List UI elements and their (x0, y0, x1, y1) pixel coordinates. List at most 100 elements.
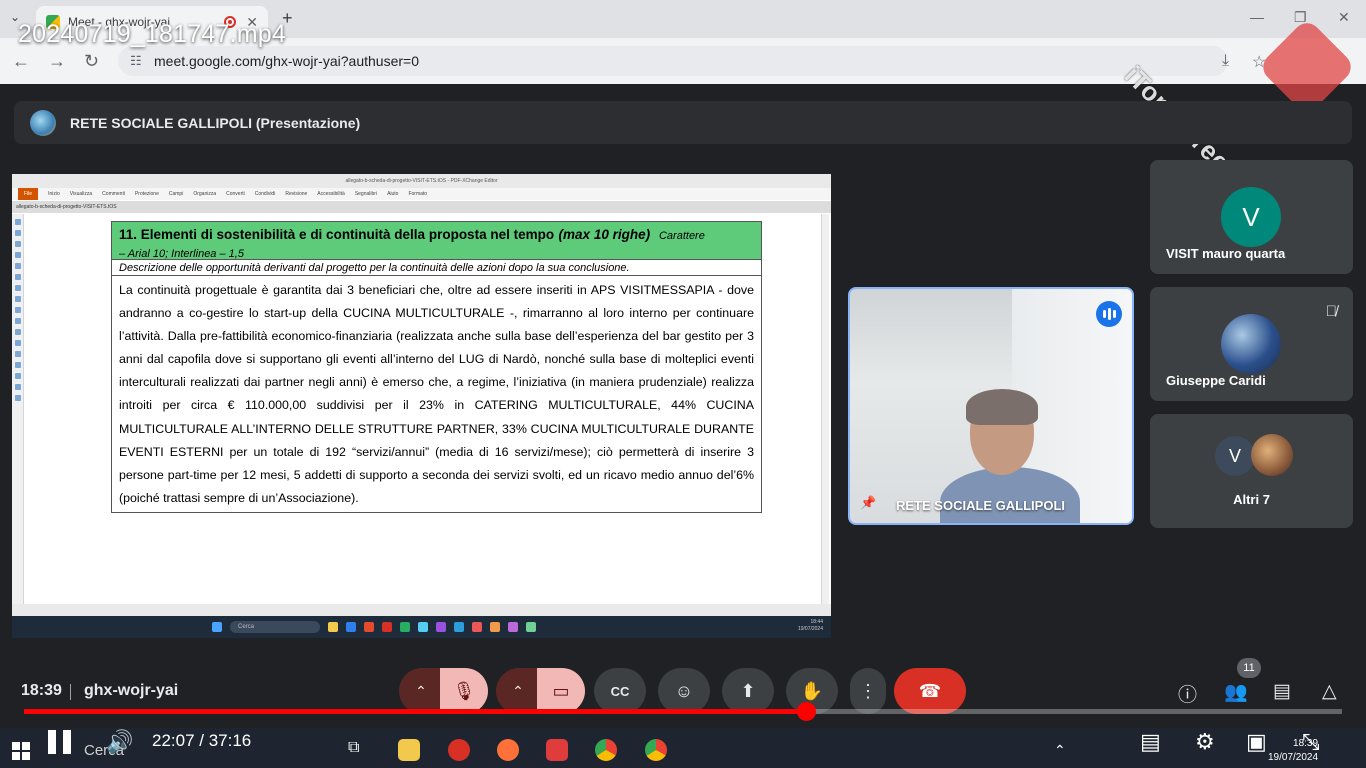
meeting-code: ghx-wojr-yai (84, 682, 179, 699)
miniplayer-icon[interactable]: ▣ (1246, 729, 1267, 755)
meeting-info-icon[interactable]: ⓘ (1178, 680, 1197, 707)
shared-clock-time: 18:44 (810, 619, 823, 625)
shared-clock-date: 19/07/2024 (797, 626, 823, 632)
emoji-icon: ☺ (674, 680, 694, 701)
back-button[interactable]: ← (12, 51, 30, 72)
chat-icon[interactable]: ▤ (1273, 680, 1291, 703)
present-screen-icon: ⬆ (740, 680, 756, 701)
system-time: 18:39 (1293, 738, 1319, 749)
divider (70, 684, 71, 700)
site-info-icon[interactable]: ☷ (130, 53, 142, 69)
pdf-ribbon: File Inizio Visualizza Commenti Protezio… (12, 188, 831, 200)
url-text: meet.google.com/ghx-wojr-yai?authuser=0 (154, 53, 419, 69)
section-body-text: La continuità progettuale è garantita da… (119, 283, 754, 505)
participant-name: VISIT mauro quarta (1166, 246, 1286, 261)
pdf-window-title: allegato-b-scheda-di-progetto-VISIT-ETS.… (12, 174, 831, 188)
download-icon[interactable]: ⤓ (1222, 52, 1229, 70)
document-section: 11. Elementi di sostenibilità e di conti… (111, 221, 762, 513)
firefox-icon[interactable] (497, 739, 519, 761)
settings-gear-icon[interactable]: ⚙ (1195, 729, 1215, 755)
windows-start-icon[interactable] (12, 742, 30, 760)
participants-count-badge: 11 (1237, 658, 1261, 678)
task-view-icon[interactable]: ⧉ (348, 739, 370, 761)
forward-button[interactable]: → (48, 51, 66, 72)
pdf-side-toolbar (12, 214, 24, 606)
participant-tile[interactable]: 🎙̸ Giuseppe Caridi (1150, 287, 1353, 401)
ribbon-item: Accessibilità (317, 191, 345, 197)
mic-off-icon: 🎙 (452, 680, 476, 701)
ribbon-item: Visualizza (69, 191, 93, 197)
screen: ⌄ Meet - ghx-wojr-yai ✕ + — ❐ ✕ ← → ↻ ☷ … (0, 0, 1366, 768)
others-tile[interactable]: V Altri 7 (1150, 414, 1353, 528)
shared-screen: allegato-b-scheda-di-progetto-VISIT-ETS.… (12, 174, 831, 638)
pdf-document-tab: allegato-b-scheda-di-progetto-VISIT-ETS.… (12, 201, 831, 213)
pin-icon[interactable]: 📌 (860, 495, 876, 511)
more-options-button[interactable]: ⋮ (850, 668, 886, 714)
ribbon-item: File (18, 188, 39, 200)
avatar (1221, 314, 1281, 374)
avatar: V (1215, 436, 1255, 476)
activities-icon[interactable]: △ (1322, 680, 1337, 703)
people-icon[interactable]: 👥 (1224, 680, 1248, 704)
participant-name: Giuseppe Caridi (1166, 373, 1266, 388)
captions-button[interactable]: CC (594, 668, 646, 714)
chrome-profile-icon[interactable] (645, 739, 667, 761)
ribbon-item: Inizio (48, 191, 60, 197)
meeting-clock: 18:39 (21, 682, 62, 699)
screen-recorder-icon[interactable] (546, 739, 568, 761)
close-window-button[interactable]: ✕ (1338, 9, 1350, 26)
audio-options-button[interactable]: ⌃ (399, 668, 443, 714)
video-progress-handle[interactable] (797, 702, 816, 721)
ribbon-item: Condividi (254, 191, 276, 197)
ribbon-item: Segnalibri (354, 191, 378, 197)
reload-button[interactable]: ↻ (84, 51, 99, 72)
tray-chevron-icon[interactable]: ⌃ (1054, 742, 1066, 759)
mic-off-icon: 🎙̸ (1325, 303, 1337, 320)
hang-up-icon: ☎ (918, 680, 942, 701)
ribbon-item: Commenti (102, 191, 125, 197)
present-button[interactable]: ⬆ (722, 668, 774, 714)
leave-call-button[interactable]: ☎ (894, 668, 966, 714)
ribbon-item: Campi (168, 191, 184, 197)
camera-off-button[interactable]: ▭ (537, 668, 585, 714)
file-explorer-icon[interactable] (398, 739, 420, 761)
speaking-indicator-icon (1096, 301, 1122, 327)
section-heading: 11. Elementi di sostenibilità e di conti… (112, 222, 761, 260)
ribbon-item: Organizza (193, 191, 217, 197)
hand-icon: ✋ (800, 680, 824, 701)
url-field[interactable]: ☷ meet.google.com/ghx-wojr-yai?authuser=… (118, 46, 1228, 76)
active-speaker-tile[interactable]: 📌 RETE SOCIALE GALLIPOLI (848, 287, 1134, 525)
pause-button[interactable] (48, 730, 71, 754)
subtitles-icon[interactable]: ▤ (1140, 729, 1161, 755)
reactions-button[interactable]: ☺ (658, 668, 710, 714)
pdf-scrollbar (821, 214, 829, 606)
video-options-button[interactable]: ⌃ (496, 668, 540, 714)
participant-tile[interactable]: V VISIT mauro quarta (1150, 160, 1353, 274)
avatar: V (1221, 187, 1281, 247)
section-heading-note2: – Arial 10; Interlinea – 1,5 (119, 248, 244, 260)
video-time-display: 22:07 / 37:16 (152, 731, 252, 750)
chrome-icon[interactable] (595, 739, 617, 761)
ribbon-item: Formato (408, 191, 428, 197)
shared-taskbar: Cerca (12, 616, 831, 638)
minimize-button[interactable]: — (1250, 9, 1264, 25)
ribbon-item: Revisione (285, 191, 308, 197)
others-label: Altri 7 (1233, 492, 1270, 507)
mic-off-button[interactable]: 🎙 (440, 668, 488, 714)
section-heading-note: Carattere (658, 230, 705, 242)
meeting-title: RETE SOCIALE GALLIPOLI (Presentazione) (70, 114, 361, 131)
volume-icon[interactable]: 🔊 (106, 729, 133, 755)
presenter-avatar-icon (30, 109, 56, 136)
camera-off-icon: ▭ (552, 680, 570, 701)
video-filename: 20240719_181747.mp4 (18, 20, 286, 48)
meeting-header: RETE SOCIALE GALLIPOLI (Presentazione) (14, 101, 1352, 144)
shared-clock: 18:44 19/07/2024 (798, 619, 823, 633)
more-vert-icon: ⋮ (859, 680, 877, 701)
section-heading-limit: (max 10 righe) (558, 227, 651, 242)
captions-icon: CC (610, 683, 630, 699)
ribbon-item: Converti (226, 191, 245, 197)
opera-icon[interactable] (448, 739, 470, 761)
video-progress-fill (24, 709, 806, 714)
ribbon-item: Aiuto (387, 191, 399, 197)
avatar (1251, 434, 1293, 476)
